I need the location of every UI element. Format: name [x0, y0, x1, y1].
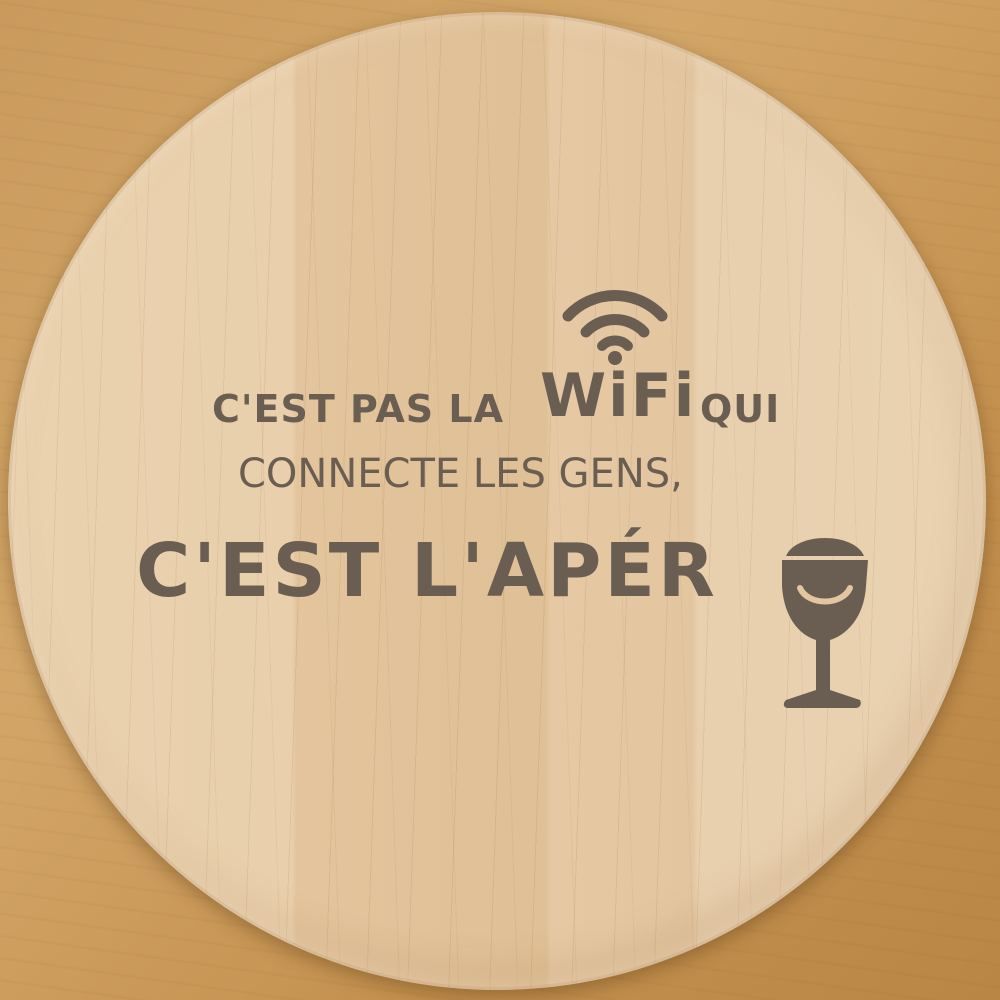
line1-end: QUI: [700, 387, 781, 431]
wine-glass-icon: [782, 538, 868, 708]
photo-scene: C'EST PAS LA WiFi QUI CONNECTE LES GENS,…: [0, 0, 1000, 1000]
wifi-icon: [562, 289, 668, 365]
line1-wifi-word: WiFi: [540, 361, 697, 431]
engraved-text: C'EST PAS LA WiFi QUI CONNECTE LES GENS,…: [0, 0, 1000, 1000]
line1-start: C'EST PAS LA: [212, 387, 504, 431]
line3: C'EST L'APÉR: [136, 528, 718, 614]
line2: CONNECTE LES GENS,: [238, 451, 683, 497]
